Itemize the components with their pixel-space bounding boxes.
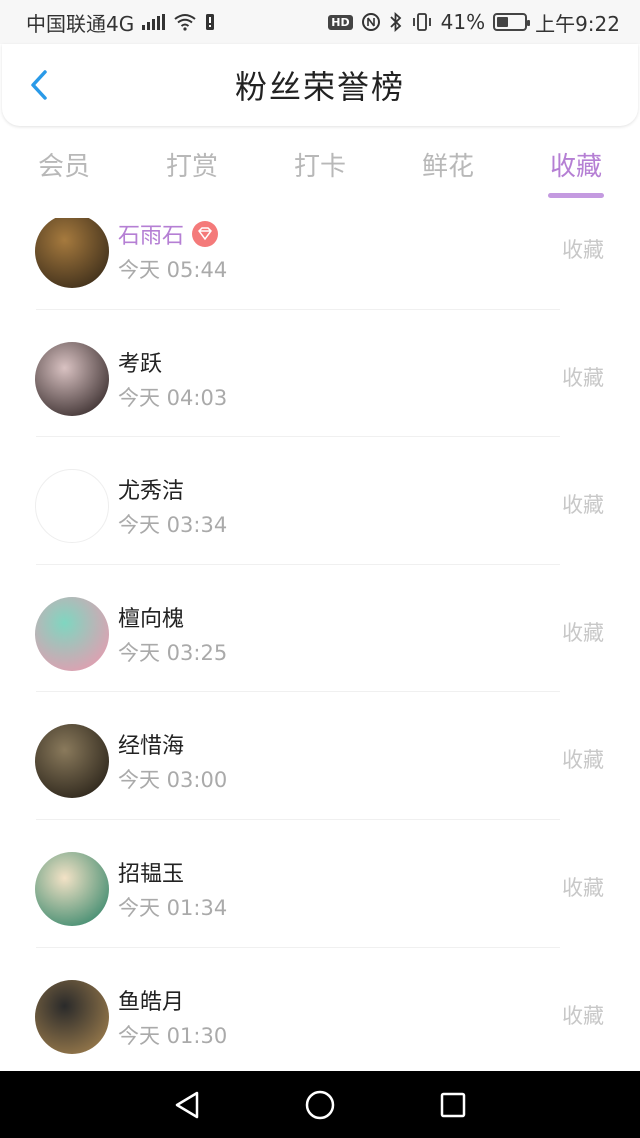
avatar[interactable] xyxy=(35,469,109,544)
list-item[interactable]: 鱼皓月 今天 01:30 收藏 xyxy=(0,948,640,1070)
tab-checkin[interactable]: 打卡 xyxy=(256,136,384,202)
list-item[interactable]: 考跃 今天 04:03 收藏 xyxy=(0,310,640,438)
system-nav-bar xyxy=(0,1071,640,1138)
user-name: 考跃 xyxy=(118,351,163,377)
time-label: 今天 01:34 xyxy=(118,895,228,920)
page-title: 粉丝荣誉榜 xyxy=(234,68,405,106)
battery-fill xyxy=(497,17,508,27)
carrier-label: 中国联通4G xyxy=(26,11,135,36)
favorite-action[interactable]: 收藏 xyxy=(562,1000,604,1030)
status-bar: 中国联通4G HD 41% 上午9:22 xyxy=(0,0,640,44)
time-label: 今天 01:30 xyxy=(118,1023,228,1048)
favorite-action[interactable]: 收藏 xyxy=(562,489,604,519)
fan-list[interactable]: 石雨石 今天 05:44 收藏 考跃 今天 04:03 收藏 尤秀洁 今天 03… xyxy=(0,218,640,1070)
time-label: 今天 03:00 xyxy=(118,768,228,793)
list-item[interactable]: 经惜海 今天 03:00 收藏 xyxy=(0,692,640,820)
favorite-action[interactable]: 收藏 xyxy=(562,872,604,902)
tab-bar: 会员 打赏 打卡 鲜花 收藏 xyxy=(0,136,640,202)
tab-underline xyxy=(164,193,220,198)
name-line: 招韫玉 xyxy=(118,856,184,888)
list-item[interactable]: 檀向槐 今天 03:25 收藏 xyxy=(0,565,640,693)
clock: 上午9:22 xyxy=(535,11,620,36)
nav-back-button[interactable] xyxy=(167,1085,207,1125)
tab-active-underline xyxy=(548,193,604,198)
user-name: 招韫玉 xyxy=(118,861,185,887)
avatar[interactable] xyxy=(35,596,109,671)
battery-icon xyxy=(493,13,531,31)
nav-home-button[interactable] xyxy=(300,1085,340,1125)
notification-icon xyxy=(206,14,215,30)
tab-reward[interactable]: 打赏 xyxy=(128,136,256,202)
name-line: 经惜海 xyxy=(118,728,184,760)
name-line: 鱼皓月 xyxy=(118,984,184,1016)
user-name: 石雨石 xyxy=(118,224,185,249)
diamond-icon xyxy=(192,221,219,247)
favorite-action[interactable]: 收藏 xyxy=(562,234,604,264)
app-header: 粉丝荣誉榜 xyxy=(2,44,638,126)
avatar[interactable] xyxy=(35,724,109,799)
time-label: 今天 03:34 xyxy=(118,513,228,538)
tab-label: 收藏 xyxy=(549,152,602,182)
user-name: 尤秀洁 xyxy=(118,479,185,505)
favorite-action[interactable]: 收藏 xyxy=(562,617,604,647)
tab-underline xyxy=(36,193,92,198)
home-circle-icon xyxy=(305,1090,335,1119)
user-name: 经惜海 xyxy=(118,734,185,760)
time-label: 今天 04:03 xyxy=(118,385,228,410)
avatar[interactable] xyxy=(35,979,109,1054)
battery-percent: 41% xyxy=(440,10,486,34)
list-item[interactable]: 尤秀洁 今天 03:34 收藏 xyxy=(0,437,640,565)
name-line: 檀向槐 xyxy=(118,601,184,633)
list-item[interactable]: 招韫玉 今天 01:34 收藏 xyxy=(0,820,640,948)
name-line: 尤秀洁 xyxy=(118,473,184,505)
user-name: 檀向槐 xyxy=(118,606,185,632)
tab-label: 鲜花 xyxy=(421,152,474,182)
bluetooth-icon xyxy=(389,12,401,32)
hd-icon: HD xyxy=(328,14,353,30)
name-line: 考跃 xyxy=(118,346,162,378)
status-right: HD 41% 上午9:22 xyxy=(328,8,620,37)
tab-label: 打卡 xyxy=(293,152,346,182)
avatar[interactable] xyxy=(35,341,109,416)
wifi-icon xyxy=(174,14,196,31)
fan-list-inner: 石雨石 今天 05:44 收藏 考跃 今天 04:03 收藏 尤秀洁 今天 03… xyxy=(0,218,640,1070)
recents-square-icon xyxy=(441,1092,466,1117)
avatar[interactable] xyxy=(35,218,109,288)
tab-underline xyxy=(292,193,348,198)
vibrate-icon xyxy=(412,13,431,31)
favorite-action[interactable]: 收藏 xyxy=(562,744,604,774)
time-label: 今天 05:44 xyxy=(118,258,228,282)
nfc-icon xyxy=(361,13,380,31)
tab-label: 打赏 xyxy=(165,152,218,182)
tab-favorite[interactable]: 收藏 xyxy=(512,136,640,202)
user-name: 鱼皓月 xyxy=(118,989,185,1015)
tab-underline xyxy=(420,193,476,198)
tab-flower[interactable]: 鲜花 xyxy=(384,136,512,202)
nav-recents-button[interactable] xyxy=(433,1085,473,1125)
status-left: 中国联通4G xyxy=(26,8,215,37)
chevron-left-icon xyxy=(31,70,47,100)
signal-icon xyxy=(142,14,166,30)
time-label: 今天 03:25 xyxy=(118,640,228,665)
tab-member[interactable]: 会员 xyxy=(0,136,128,202)
back-button[interactable] xyxy=(22,68,56,102)
favorite-action[interactable]: 收藏 xyxy=(562,362,604,392)
tab-label: 会员 xyxy=(37,152,90,182)
name-line: 石雨石 xyxy=(118,218,219,250)
list-item[interactable]: 石雨石 今天 05:44 收藏 xyxy=(0,218,640,310)
back-triangle-icon xyxy=(175,1091,198,1118)
avatar[interactable] xyxy=(35,851,109,926)
